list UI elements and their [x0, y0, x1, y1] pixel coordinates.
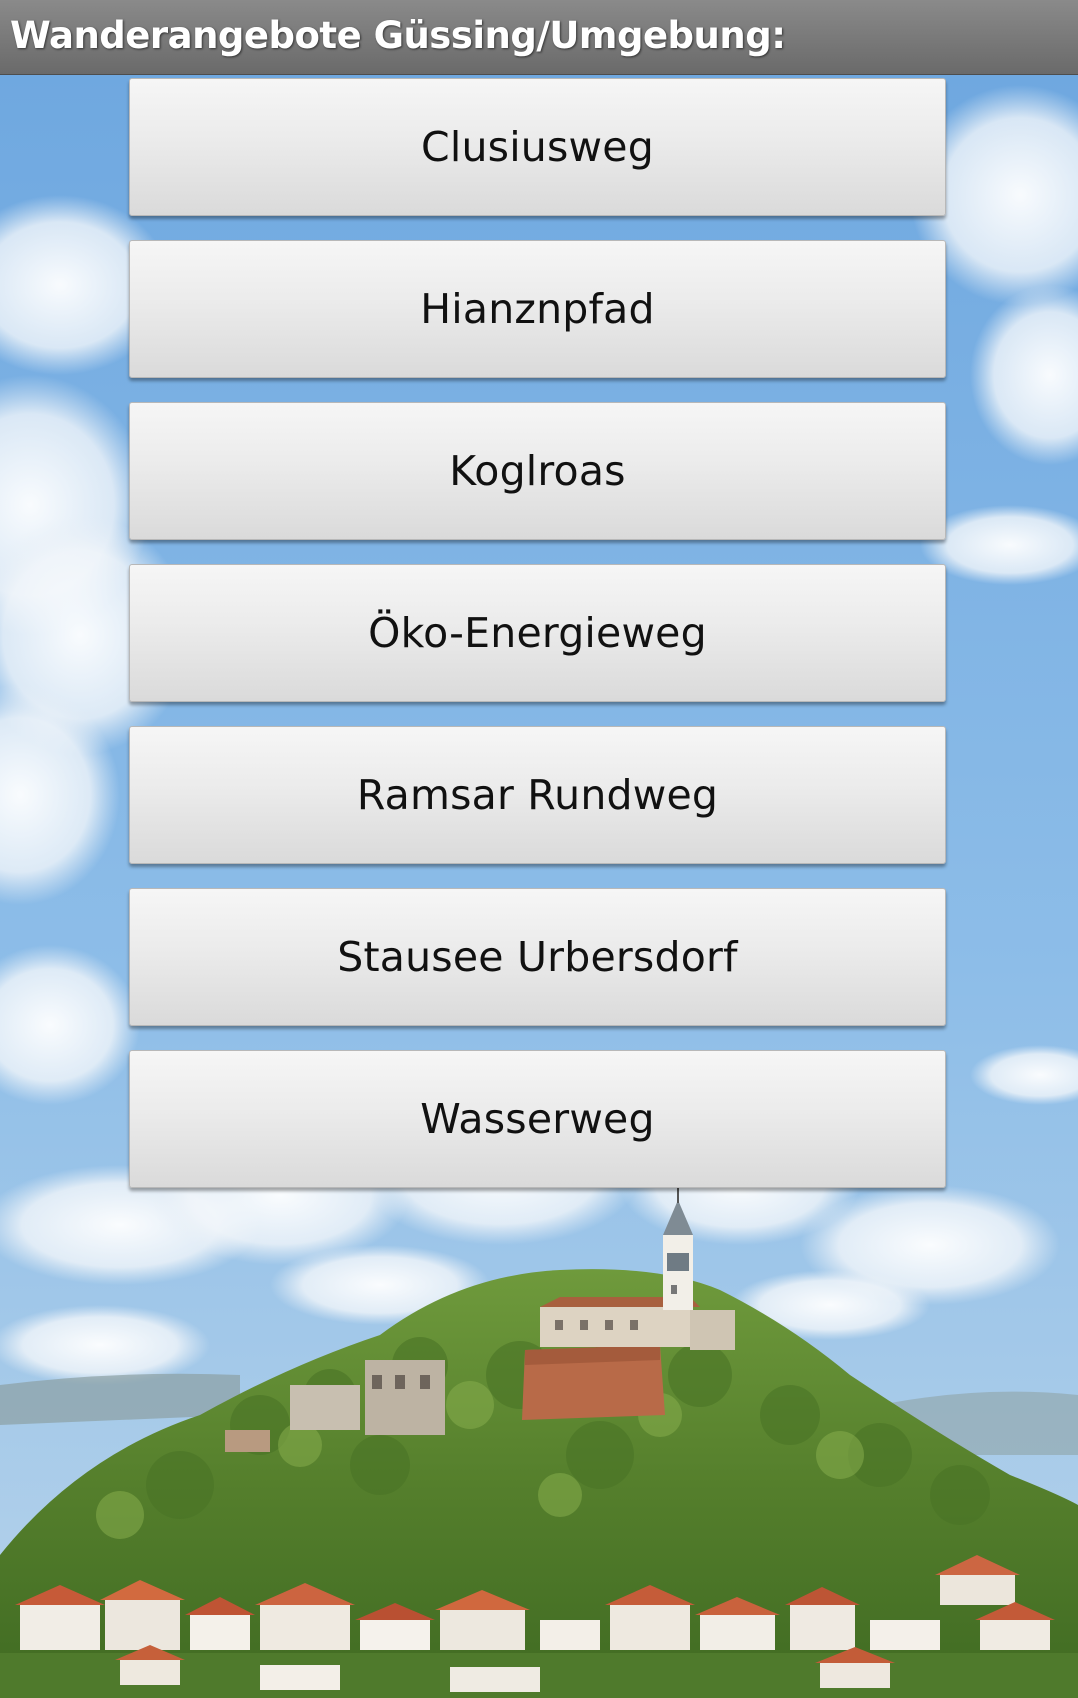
app-title-bar: Wanderangebote Güssing/Umgebung: [0, 0, 1078, 75]
trail-button-label: Clusiusweg [421, 123, 654, 171]
trail-button-label: Stausee Urbersdorf [337, 933, 738, 981]
trail-button-ramsar-rundweg[interactable]: Ramsar Rundweg [129, 726, 946, 864]
trail-button-stausee-urbersdorf[interactable]: Stausee Urbersdorf [129, 888, 946, 1026]
trail-button-koglroas[interactable]: Koglroas [129, 402, 946, 540]
trail-button-hianznpfad[interactable]: Hianznpfad [129, 240, 946, 378]
trail-button-oeko-energieweg[interactable]: Öko-Energieweg [129, 564, 946, 702]
trail-button-wasserweg[interactable]: Wasserweg [129, 1050, 946, 1188]
trail-button-label: Öko-Energieweg [368, 609, 707, 657]
trail-button-label: Ramsar Rundweg [356, 771, 719, 819]
trail-menu: Clusiusweg Hianznpfad Koglroas Öko-Energ… [129, 78, 946, 1212]
trail-button-label: Hianznpfad [420, 285, 655, 333]
trail-button-clusiusweg[interactable]: Clusiusweg [129, 78, 946, 216]
page-title: Wanderangebote Güssing/Umgebung: [10, 14, 786, 57]
trail-button-label: Wasserweg [420, 1095, 655, 1143]
trail-button-label: Koglroas [449, 447, 626, 495]
